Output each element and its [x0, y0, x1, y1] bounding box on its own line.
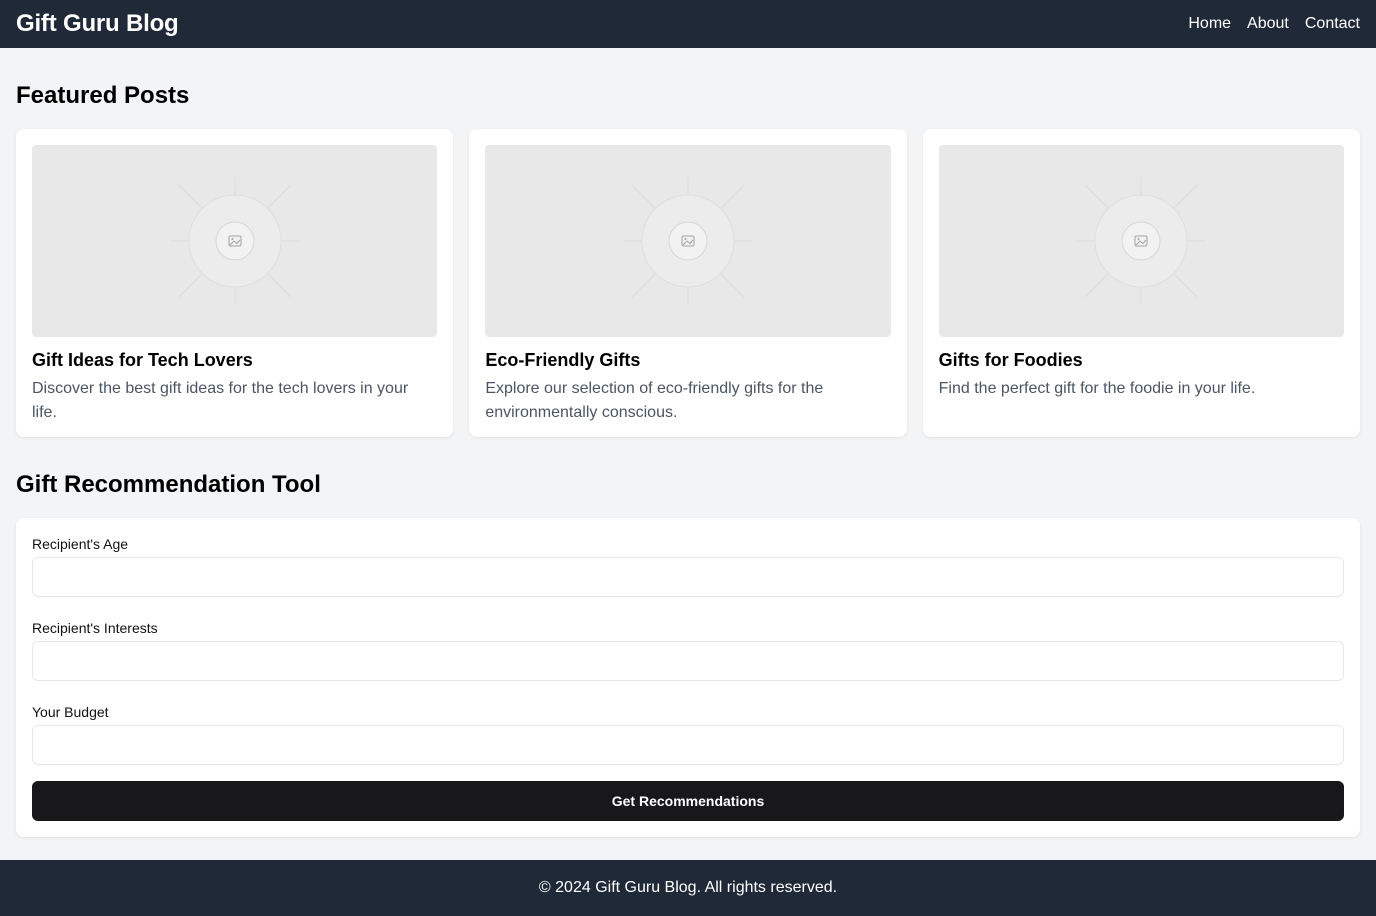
site-brand[interactable]: Gift Guru Blog — [16, 10, 179, 38]
nav-link-about[interactable]: About — [1247, 15, 1289, 33]
post-title[interactable]: Gifts for Foodies — [939, 349, 1344, 371]
post-card[interactable]: Eco-Friendly Gifts Explore our selection… — [469, 129, 907, 437]
post-description: Explore our selection of eco-friendly gi… — [485, 380, 824, 421]
nav-link-home[interactable]: Home — [1188, 15, 1231, 33]
main-content: Featured Posts Gift Ideas for Tech Lover… — [0, 82, 1376, 837]
post-card[interactable]: Gift Ideas for Tech Lovers Discover the … — [16, 129, 454, 437]
post-image — [485, 145, 891, 337]
featured-posts-grid: Gift Ideas for Tech Lovers Discover the … — [16, 129, 1360, 437]
nav-link-contact[interactable]: Contact — [1305, 15, 1360, 33]
gift-tool-heading: Gift Recommendation Tool — [16, 471, 321, 498]
post-card[interactable]: Gifts for Foodies Find the perfect gift … — [922, 129, 1360, 437]
gift-recommendation-form: Recipient's Age Recipient's Interests Yo… — [16, 518, 1360, 837]
interests-label: Recipient's Interests — [32, 620, 158, 636]
interests-input[interactable] — [32, 641, 1344, 681]
site-footer: © 2024 Gift Guru Blog. All rights reserv… — [0, 860, 1376, 916]
get-recommendations-button[interactable]: Get Recommendations — [32, 781, 1344, 821]
budget-label: Your Budget — [32, 704, 109, 720]
post-title[interactable]: Gift Ideas for Tech Lovers — [32, 349, 437, 371]
image-placeholder-icon — [623, 177, 752, 305]
featured-posts-heading: Featured Posts — [16, 82, 190, 109]
image-placeholder-icon — [1077, 177, 1206, 305]
post-image — [938, 145, 1344, 337]
main-nav: Home About Contact — [1188, 15, 1360, 33]
age-label: Recipient's Age — [32, 536, 129, 552]
image-placeholder-icon — [170, 177, 299, 305]
post-image — [32, 145, 438, 337]
budget-input[interactable] — [32, 725, 1344, 765]
post-description: Find the perfect gift for the foodie in … — [938, 380, 1256, 397]
post-title[interactable]: Eco-Friendly Gifts — [485, 349, 890, 371]
post-description: Discover the best gift ideas for the tec… — [32, 380, 409, 421]
copyright-text: © 2024 Gift Guru Blog. All rights reserv… — [538, 879, 838, 896]
age-input[interactable] — [32, 557, 1344, 597]
top-navbar: Gift Guru Blog Home About Contact — [0, 0, 1376, 48]
